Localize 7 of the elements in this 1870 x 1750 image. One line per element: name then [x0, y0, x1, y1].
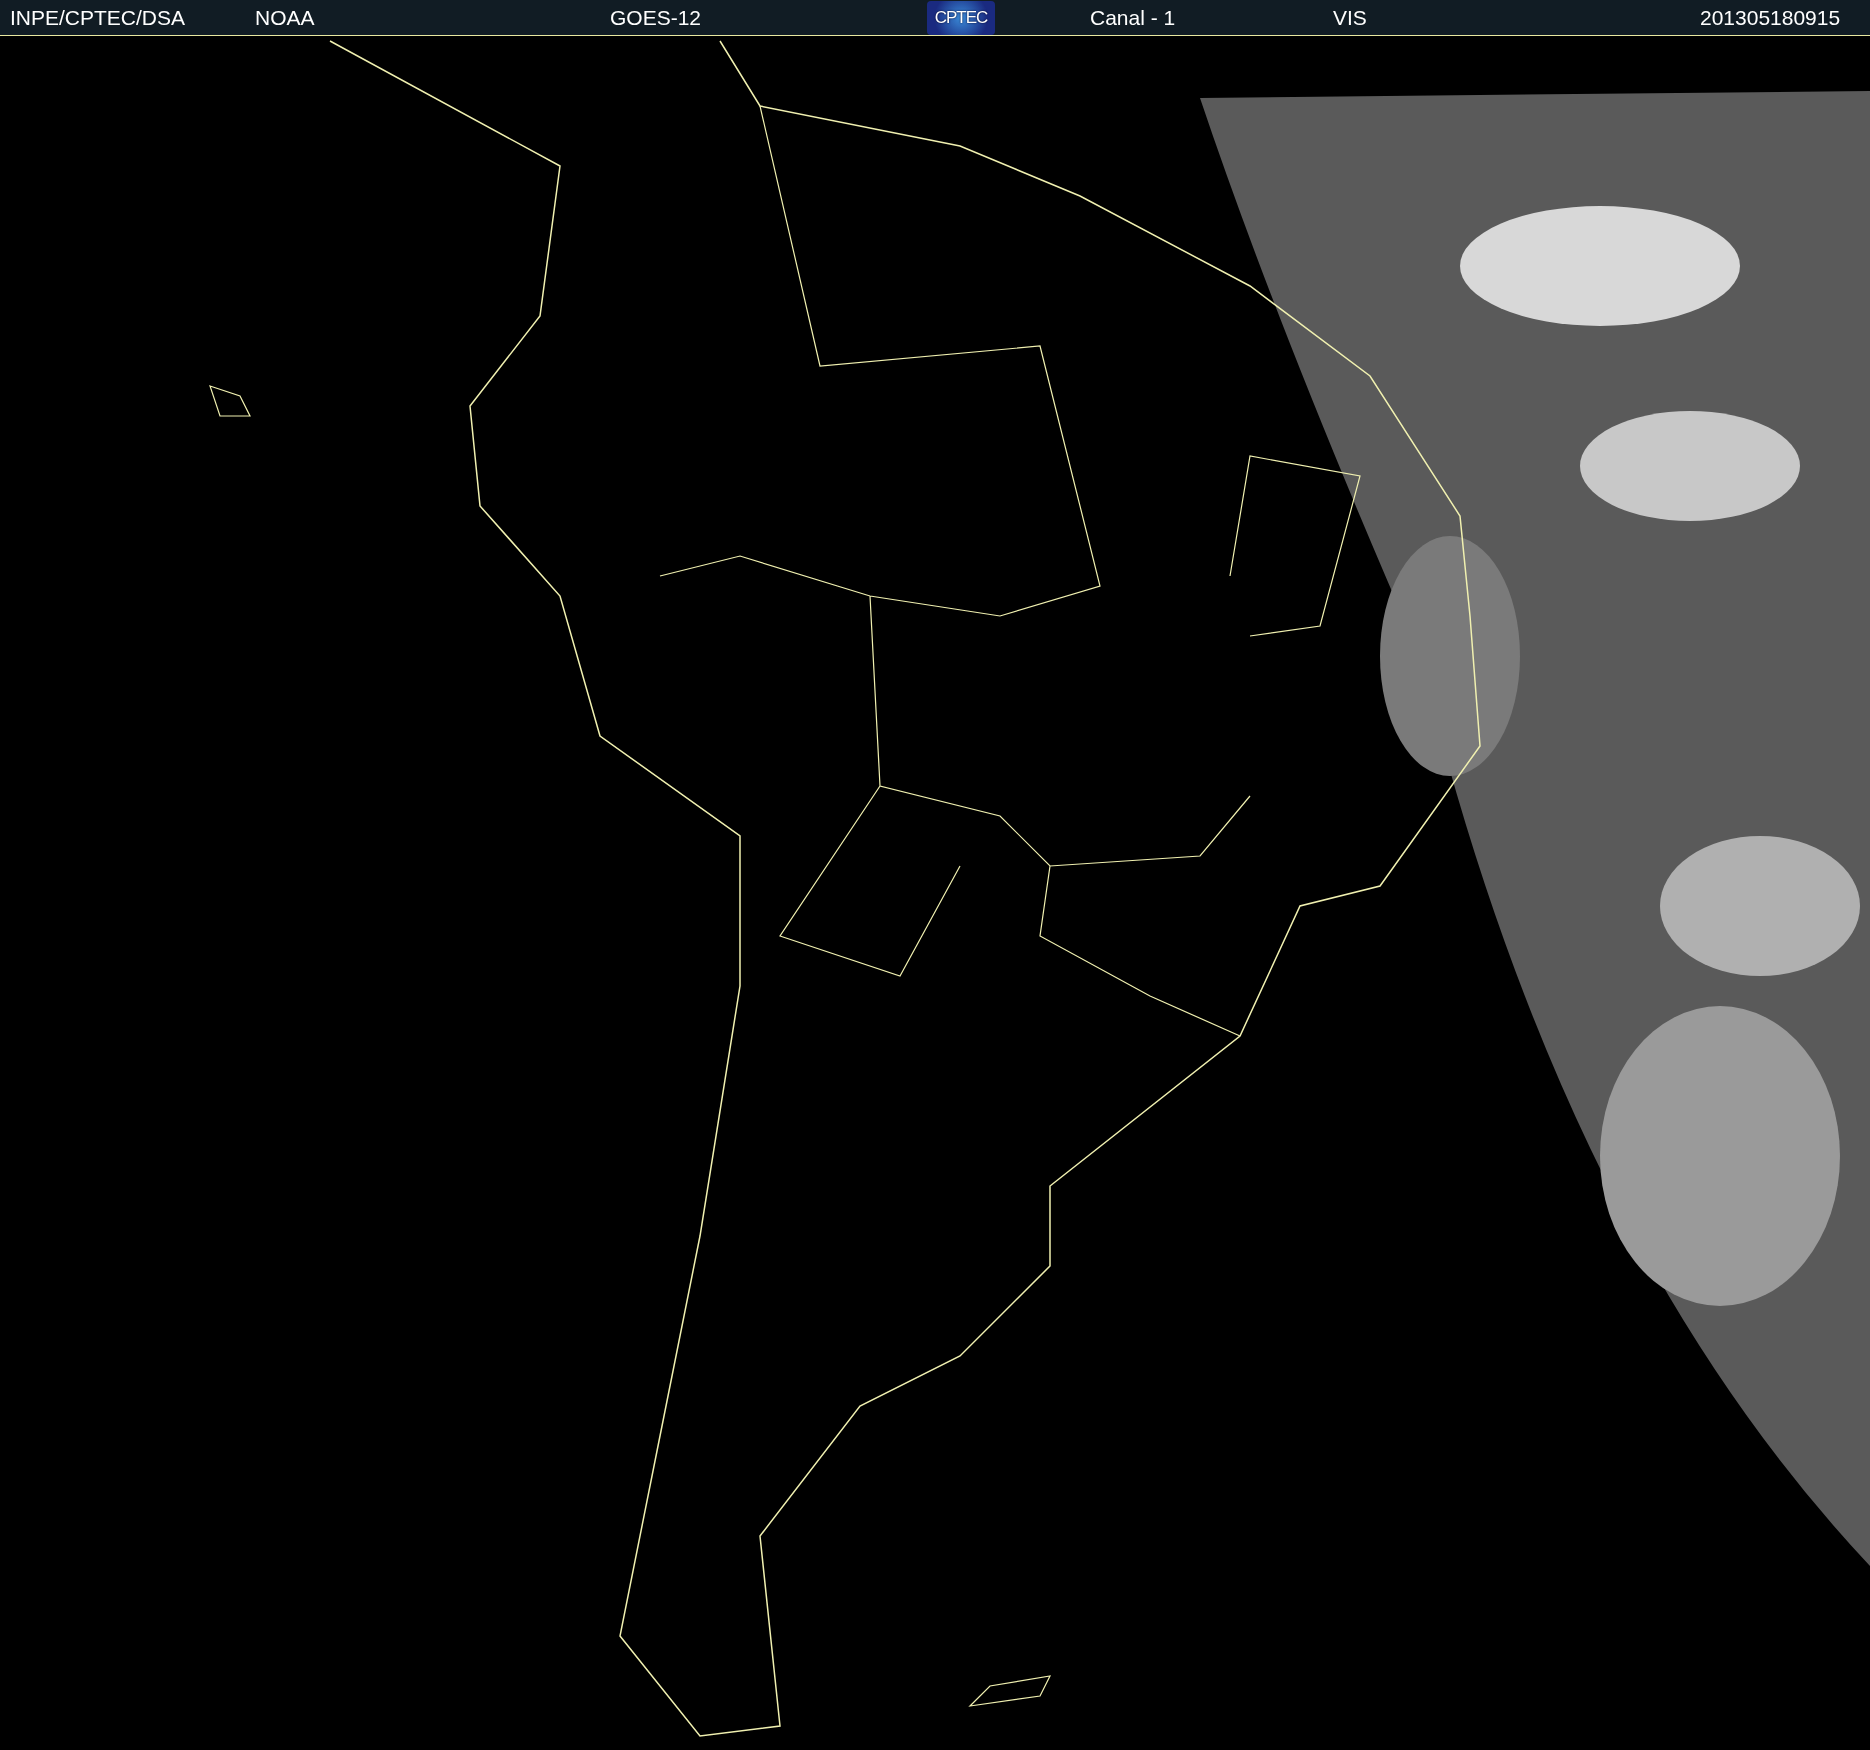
header-label: 201305180915	[1700, 5, 1841, 30]
header-label: GOES-12	[610, 5, 702, 30]
header-label: Canal - 1	[1090, 5, 1176, 30]
header-label: NOAA	[255, 5, 315, 30]
header-label: VIS	[1333, 5, 1367, 30]
logo: CPTEC	[927, 0, 995, 35]
header-label: INPE/CPTEC/DSA	[10, 5, 186, 30]
